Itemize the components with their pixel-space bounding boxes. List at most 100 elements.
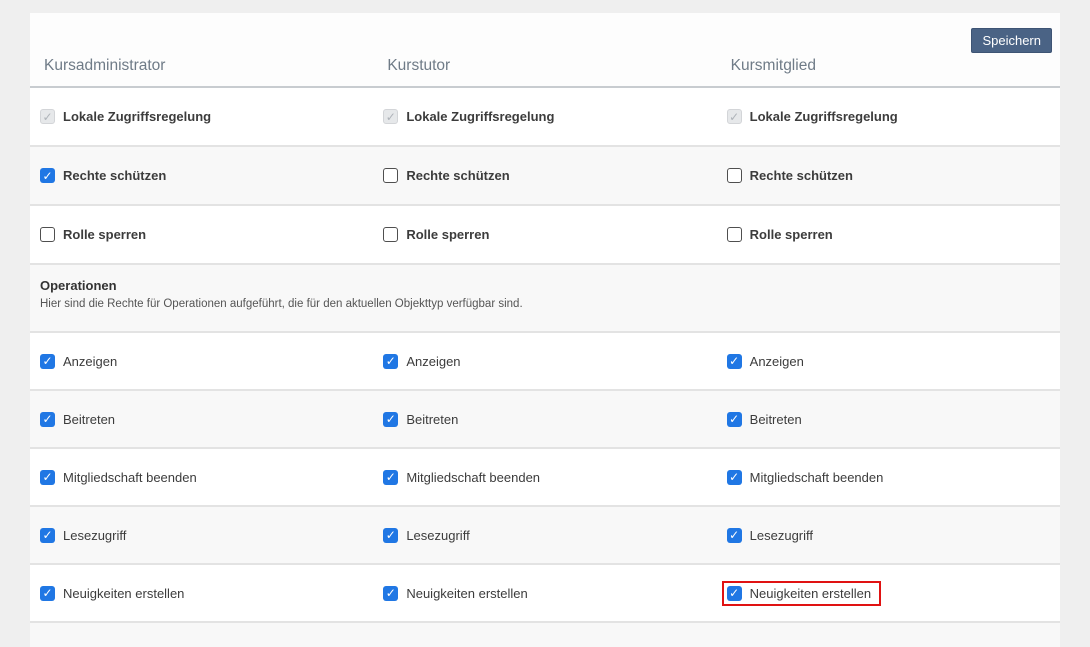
checkbox-icon bbox=[40, 227, 55, 242]
checkbox-rolle-sperren-kursadministrator[interactable]: Rolle sperren bbox=[35, 222, 156, 247]
checkbox-icon bbox=[40, 354, 55, 369]
checkbox-anzeigen-kursadministrator[interactable]: Anzeigen bbox=[35, 349, 127, 374]
checkbox-label: Lokale Zugriffsregelung bbox=[406, 109, 554, 124]
row-beitreten: Beitreten Beitreten Beitreten bbox=[30, 391, 1060, 449]
permission-cell: Lokale Zugriffsregelung bbox=[373, 104, 716, 129]
checkbox-lokale-zugriffsregelung-kursadministrator: Lokale Zugriffsregelung bbox=[35, 104, 221, 129]
permission-cell: Anzeigen bbox=[30, 349, 373, 374]
checkbox-label: Lesezugriff bbox=[63, 528, 126, 543]
checkbox-lesezugriff-kurstutor[interactable]: Lesezugriff bbox=[378, 523, 479, 548]
checkbox-icon bbox=[727, 528, 742, 543]
checkbox-icon bbox=[727, 354, 742, 369]
checkbox-icon bbox=[727, 586, 742, 601]
checkbox-label: Rolle sperren bbox=[406, 227, 489, 242]
checkbox-label: Neuigkeiten erstellen bbox=[406, 586, 527, 601]
checkbox-label: Beitreten bbox=[406, 412, 458, 427]
checkbox-rechte-schuetzen-kurstutor[interactable]: Rechte schützen bbox=[378, 163, 519, 188]
checkbox-label: Mitgliedschaft beenden bbox=[406, 470, 540, 485]
checkbox-icon bbox=[40, 412, 55, 427]
section-title: Operationen bbox=[40, 278, 1050, 293]
checkbox-label: Lokale Zugriffsregelung bbox=[750, 109, 898, 124]
permission-cell: Lokale Zugriffsregelung bbox=[30, 104, 373, 129]
checkbox-icon bbox=[383, 586, 398, 601]
checkbox-label: Rechte schützen bbox=[406, 168, 509, 183]
checkbox-neuigkeiten-erstellen-kursadministrator[interactable]: Neuigkeiten erstellen bbox=[35, 581, 194, 606]
column-headers: Kursadministrator Kurstutor Kursmitglied bbox=[30, 57, 1060, 86]
permission-cell: Lesezugriff bbox=[717, 523, 1060, 548]
checkbox-label: Mitgliedschaft beenden bbox=[750, 470, 884, 485]
checkbox-label: Beitreten bbox=[63, 412, 115, 427]
checkbox-icon bbox=[727, 227, 742, 242]
checkbox-label: Rechte schützen bbox=[63, 168, 166, 183]
permission-cell: Neuigkeiten erstellen bbox=[373, 581, 716, 606]
permission-cell: Beitreten bbox=[717, 407, 1060, 432]
checkbox-label: Beitreten bbox=[750, 412, 802, 427]
checkbox-icon bbox=[383, 412, 398, 427]
checkbox-icon bbox=[383, 354, 398, 369]
checkbox-neuigkeiten-erstellen-kurstutor[interactable]: Neuigkeiten erstellen bbox=[378, 581, 537, 606]
checkbox-rolle-sperren-kursmitglied[interactable]: Rolle sperren bbox=[722, 222, 843, 247]
row-lesezugriff: Lesezugriff Lesezugriff Lesezugriff bbox=[30, 507, 1060, 565]
checkbox-beitreten-kurstutor[interactable]: Beitreten bbox=[378, 407, 468, 432]
permissions-panel: Speichern Kursadministrator Kurstutor Ku… bbox=[30, 13, 1060, 647]
row-mitgliedschaft-beenden: Mitgliedschaft beenden Mitgliedschaft be… bbox=[30, 449, 1060, 507]
checkbox-icon bbox=[40, 528, 55, 543]
checkbox-label: Lesezugriff bbox=[406, 528, 469, 543]
checkbox-lokale-zugriffsregelung-kurstutor: Lokale Zugriffsregelung bbox=[378, 104, 564, 129]
permission-cell: Rechte schützen bbox=[30, 163, 373, 188]
column-header-kursadministrator: Kursadministrator bbox=[30, 57, 373, 75]
row-lokale-zugriffsregelung: Lokale Zugriffsregelung Lokale Zugriffsr… bbox=[30, 88, 1060, 147]
row-neuigkeiten-erstellen: Neuigkeiten erstellen Neuigkeiten erstel… bbox=[30, 565, 1060, 623]
checkbox-icon bbox=[383, 109, 398, 124]
checkbox-icon bbox=[727, 470, 742, 485]
section-description: Hier sind die Rechte für Operationen auf… bbox=[40, 298, 1050, 310]
checkbox-anzeigen-kursmitglied[interactable]: Anzeigen bbox=[722, 349, 814, 374]
checkbox-icon bbox=[40, 168, 55, 183]
permission-cell: Lokale Zugriffsregelung bbox=[717, 104, 1060, 129]
permission-cell: Rechte schützen bbox=[373, 163, 716, 188]
checkbox-icon bbox=[383, 470, 398, 485]
checkbox-label: Neuigkeiten erstellen bbox=[750, 586, 871, 601]
checkbox-label: Rolle sperren bbox=[63, 227, 146, 242]
permission-cell: Lesezugriff bbox=[30, 523, 373, 548]
checkbox-icon bbox=[383, 227, 398, 242]
checkbox-lesezugriff-kursmitglied[interactable]: Lesezugriff bbox=[722, 523, 823, 548]
checkbox-anzeigen-kurstutor[interactable]: Anzeigen bbox=[378, 349, 470, 374]
row-rechte-schuetzen: Rechte schützen Rechte schützen Rechte s… bbox=[30, 147, 1060, 206]
checkbox-icon bbox=[40, 586, 55, 601]
checkbox-label: Lokale Zugriffsregelung bbox=[63, 109, 211, 124]
checkbox-mitgliedschaft-beenden-kursmitglied[interactable]: Mitgliedschaft beenden bbox=[722, 465, 894, 490]
checkbox-neuigkeiten-erstellen-kursmitglied[interactable]: Neuigkeiten erstellen bbox=[722, 581, 881, 606]
checkbox-rechte-schuetzen-kursadministrator[interactable]: Rechte schützen bbox=[35, 163, 176, 188]
checkbox-beitreten-kursmitglied[interactable]: Beitreten bbox=[722, 407, 812, 432]
checkbox-rolle-sperren-kurstutor[interactable]: Rolle sperren bbox=[378, 222, 499, 247]
checkbox-label: Rolle sperren bbox=[750, 227, 833, 242]
panel-header: Speichern Kursadministrator Kurstutor Ku… bbox=[30, 13, 1060, 88]
partial-next-row bbox=[30, 623, 1060, 647]
column-header-kursmitglied: Kursmitglied bbox=[717, 57, 1060, 75]
checkbox-rechte-schuetzen-kursmitglied[interactable]: Rechte schützen bbox=[722, 163, 863, 188]
column-header-kurstutor: Kurstutor bbox=[373, 57, 716, 75]
checkbox-icon bbox=[727, 412, 742, 427]
checkbox-label: Anzeigen bbox=[750, 354, 804, 369]
checkbox-icon bbox=[40, 470, 55, 485]
checkbox-beitreten-kursadministrator[interactable]: Beitreten bbox=[35, 407, 125, 432]
row-anzeigen: Anzeigen Anzeigen Anzeigen bbox=[30, 333, 1060, 391]
checkbox-mitgliedschaft-beenden-kurstutor[interactable]: Mitgliedschaft beenden bbox=[378, 465, 550, 490]
checkbox-mitgliedschaft-beenden-kursadministrator[interactable]: Mitgliedschaft beenden bbox=[35, 465, 207, 490]
permission-cell: Rechte schützen bbox=[717, 163, 1060, 188]
checkbox-lesezugriff-kursadministrator[interactable]: Lesezugriff bbox=[35, 523, 136, 548]
permission-cell: Anzeigen bbox=[717, 349, 1060, 374]
permission-cell: Neuigkeiten erstellen bbox=[717, 581, 1060, 606]
page: { "toolbar": { "save_label": "Speichern"… bbox=[0, 0, 1090, 647]
checkbox-icon bbox=[383, 168, 398, 183]
row-rolle-sperren: Rolle sperren Rolle sperren Rolle sperre… bbox=[30, 206, 1060, 265]
checkbox-label: Anzeigen bbox=[63, 354, 117, 369]
permission-cell: Mitgliedschaft beenden bbox=[30, 465, 373, 490]
checkbox-lokale-zugriffsregelung-kursmitglied: Lokale Zugriffsregelung bbox=[722, 104, 908, 129]
section-operationen: Operationen Hier sind die Rechte für Ope… bbox=[30, 265, 1060, 333]
checkbox-icon bbox=[727, 168, 742, 183]
permission-cell: Beitreten bbox=[373, 407, 716, 432]
save-button[interactable]: Speichern bbox=[971, 28, 1052, 53]
checkbox-label: Lesezugriff bbox=[750, 528, 813, 543]
